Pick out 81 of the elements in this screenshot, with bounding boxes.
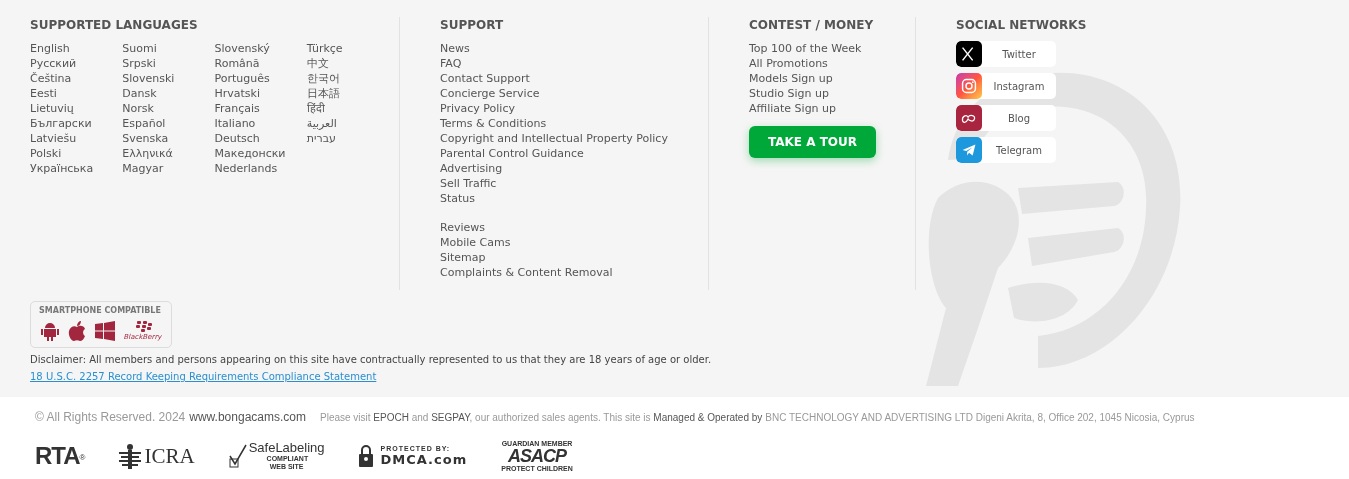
support-link[interactable]: Concierge Service (440, 86, 708, 101)
language-link[interactable]: 日本語 (306, 86, 399, 101)
language-link[interactable]: Lietuvių (30, 101, 123, 116)
section-heading: SUPPORT (440, 17, 505, 33)
language-link[interactable]: Srpski (122, 56, 215, 71)
language-link[interactable]: Français (214, 101, 307, 116)
social-link[interactable]: Blog (956, 105, 1056, 131)
company-address: BNC TECHNOLOGY AND ADVERTISING LTD Digeni Akrita, 8, Office 202, 1045 Nicosia, Cyprus (765, 411, 1195, 425)
support-link[interactable]: Complaints & Content Removal (440, 265, 708, 280)
panel-title: SMARTPHONE COMPATIBLE (39, 306, 162, 316)
android-icon (41, 321, 59, 341)
support-link[interactable]: Contact Support (440, 71, 708, 86)
language-link[interactable]: 中文 (306, 56, 399, 71)
language-link[interactable]: Norsk (122, 101, 215, 116)
language-link[interactable]: Hrvatski (214, 86, 307, 101)
agents-notice: Please visit EPOCH and SEGPAY, our authorized sales agents. This site is Managed & Operated by (320, 411, 763, 425)
language-link[interactable]: Magyar (122, 161, 215, 176)
contest-link[interactable]: Studio Sign up (749, 86, 915, 101)
language-link[interactable]: Dansk (122, 86, 215, 101)
language-link[interactable]: Slovenský (214, 41, 307, 56)
language-link[interactable]: Español (122, 116, 215, 131)
social-link[interactable]: Twitter (956, 41, 1056, 67)
language-link[interactable]: Svenska (122, 131, 215, 146)
support-link[interactable]: Copyright and Intellectual Property Policy (440, 131, 708, 146)
language-link[interactable]: Deutsch (214, 131, 307, 146)
language-link[interactable]: Suomi (122, 41, 215, 56)
apple-icon (68, 321, 86, 341)
icra-logo: ICRA (119, 443, 195, 469)
language-link[interactable]: हिंदी (306, 101, 399, 116)
social-link[interactable]: Instagram (956, 73, 1056, 99)
language-link[interactable]: Latviešu (30, 131, 123, 146)
section-heading: SOCIAL NETWORKS (956, 17, 1087, 33)
contest-link[interactable]: Models Sign up (749, 71, 915, 86)
padlock-icon (358, 445, 373, 467)
x-icon (956, 41, 982, 67)
contest-link[interactable]: Top 100 of the Week (749, 41, 915, 56)
telegram-icon (956, 137, 982, 163)
language-link[interactable]: Türkçe (306, 41, 399, 56)
language-link[interactable]: עברית (306, 131, 399, 146)
language-link[interactable]: Ελληνικά (122, 146, 215, 161)
language-link[interactable]: Português (214, 71, 307, 86)
language-link[interactable]: English (30, 41, 123, 56)
support-link[interactable]: Parental Control Guidance (440, 146, 708, 161)
contest-link[interactable]: Affiliate Sign up (749, 101, 915, 116)
support-link[interactable]: News (440, 41, 708, 56)
support-link[interactable]: Reviews (440, 220, 708, 235)
checkmark-icon (228, 444, 247, 468)
disclaimer-text: Disclaimer: All members and persons appearing on this site have contractually represented to us that they are 18 years of age or older. (30, 353, 712, 367)
language-link[interactable]: Italiano (214, 116, 307, 131)
support-link[interactable]: Advertising (440, 161, 708, 176)
language-link[interactable]: Slovenski (122, 71, 215, 86)
language-link[interactable]: Русский (30, 56, 123, 71)
language-link[interactable]: Nederlands (214, 161, 307, 176)
language-link[interactable]: Українська (30, 161, 123, 176)
language-link[interactable]: Македонски (214, 146, 307, 161)
support-link[interactable]: Sell Traffic (440, 176, 708, 191)
site-link[interactable]: www.bongacams.com (189, 408, 306, 426)
language-link[interactable]: Čeština (30, 71, 123, 86)
support-link[interactable]: Sitemap (440, 250, 708, 265)
support-link[interactable]: FAQ (440, 56, 708, 71)
language-link[interactable]: Български (30, 116, 123, 131)
language-link[interactable]: Română (214, 56, 307, 71)
support-link[interactable]: Status (440, 191, 708, 206)
support-link[interactable]: Mobile Cams (440, 235, 708, 250)
social-link[interactable]: Telegram (956, 137, 1056, 163)
blackberry-icon (133, 321, 152, 333)
section-heading: CONTEST / MONEY (749, 17, 875, 33)
windows-icon (95, 321, 115, 341)
language-link[interactable]: Polski (30, 146, 123, 161)
rta-logo: RTA® (35, 445, 86, 467)
contest-link[interactable]: All Promotions (749, 56, 915, 71)
section-heading: SUPPORTED LANGUAGES (30, 17, 199, 33)
support-link[interactable]: Terms & Conditions (440, 116, 708, 131)
language-link[interactable]: العربية (306, 116, 399, 131)
support-link[interactable]: Privacy Policy (440, 101, 708, 116)
language-link[interactable]: 한국어 (306, 71, 399, 86)
figure-icon (119, 443, 142, 469)
copyright-text: © All Rights Reserved. 2024 (35, 409, 186, 426)
language-link[interactable]: Eesti (30, 86, 123, 101)
blog-icon (956, 105, 982, 131)
instagram-icon (956, 73, 982, 99)
